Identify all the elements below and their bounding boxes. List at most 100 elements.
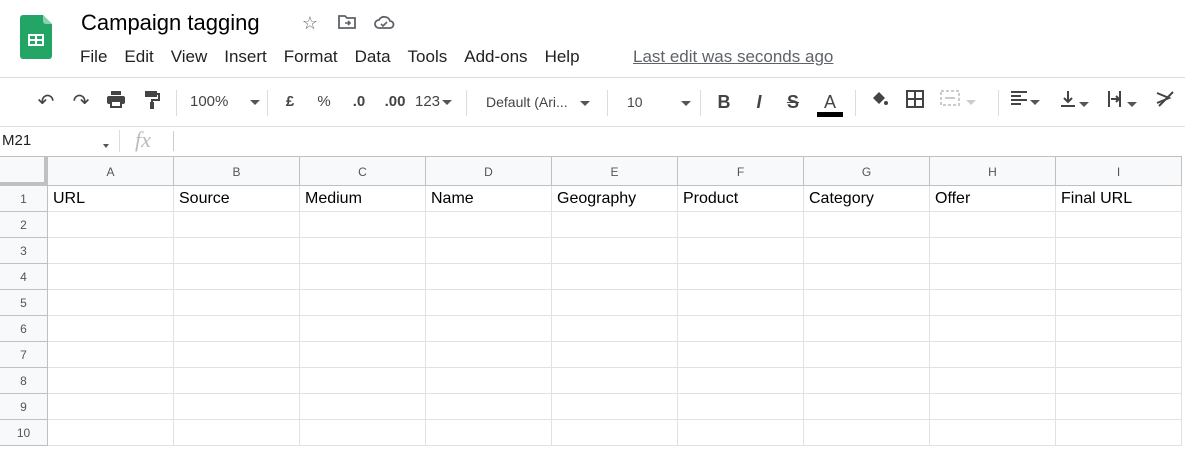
italic-button[interactable]: I xyxy=(749,90,769,114)
cell-C7[interactable] xyxy=(300,342,426,368)
cell-A4[interactable] xyxy=(48,264,174,290)
document-title[interactable]: Campaign tagging xyxy=(81,10,260,36)
text-color-button[interactable]: A xyxy=(816,90,844,118)
cell-F3[interactable] xyxy=(678,238,804,264)
cell-C1[interactable]: Medium xyxy=(300,186,426,212)
menu-data[interactable]: Data xyxy=(355,47,391,67)
row-header-9[interactable]: 9 xyxy=(0,394,48,420)
cell-H3[interactable] xyxy=(930,238,1056,264)
cell-D8[interactable] xyxy=(426,368,552,394)
vertical-align-button[interactable] xyxy=(1059,90,1097,114)
cell-I2[interactable] xyxy=(1056,212,1182,238)
column-header-I[interactable]: I xyxy=(1056,156,1182,186)
cell-D10[interactable] xyxy=(426,420,552,446)
cell-F5[interactable] xyxy=(678,290,804,316)
cell-E7[interactable] xyxy=(552,342,678,368)
cell-C4[interactable] xyxy=(300,264,426,290)
cell-G1[interactable]: Category xyxy=(804,186,930,212)
cell-G5[interactable] xyxy=(804,290,930,316)
cell-F10[interactable] xyxy=(678,420,804,446)
cell-A10[interactable] xyxy=(48,420,174,446)
cell-I8[interactable] xyxy=(1056,368,1182,394)
cell-F2[interactable] xyxy=(678,212,804,238)
column-header-B[interactable]: B xyxy=(174,156,300,186)
cell-I5[interactable] xyxy=(1056,290,1182,316)
cell-D6[interactable] xyxy=(426,316,552,342)
cell-B3[interactable] xyxy=(174,238,300,264)
cell-I7[interactable] xyxy=(1056,342,1182,368)
cell-B6[interactable] xyxy=(174,316,300,342)
name-box-dropdown[interactable] xyxy=(103,137,109,155)
move-folder-icon[interactable] xyxy=(336,13,358,35)
cell-G9[interactable] xyxy=(804,394,930,420)
paint-format-icon[interactable] xyxy=(140,90,164,114)
cell-A1[interactable]: URL xyxy=(48,186,174,212)
cell-D1[interactable]: Name xyxy=(426,186,552,212)
cell-D7[interactable] xyxy=(426,342,552,368)
menu-insert[interactable]: Insert xyxy=(224,47,267,67)
row-header-4[interactable]: 4 xyxy=(0,264,48,290)
menu-help[interactable]: Help xyxy=(545,47,580,67)
print-icon[interactable] xyxy=(104,90,128,114)
bold-button[interactable]: B xyxy=(714,90,734,114)
cell-C8[interactable] xyxy=(300,368,426,394)
row-header-2[interactable]: 2 xyxy=(0,212,48,238)
cell-G7[interactable] xyxy=(804,342,930,368)
cell-D9[interactable] xyxy=(426,394,552,420)
cell-F6[interactable] xyxy=(678,316,804,342)
cell-A6[interactable] xyxy=(48,316,174,342)
select-all-corner[interactable] xyxy=(0,156,48,186)
currency-button[interactable]: £ xyxy=(280,90,300,114)
row-header-8[interactable]: 8 xyxy=(0,368,48,394)
percent-button[interactable]: % xyxy=(314,90,334,114)
cell-G8[interactable] xyxy=(804,368,930,394)
cell-C5[interactable] xyxy=(300,290,426,316)
decrease-decimal-button[interactable]: .0 xyxy=(346,90,372,114)
horizontal-align-button[interactable] xyxy=(1010,90,1048,114)
borders-icon[interactable] xyxy=(904,90,926,114)
cell-A9[interactable] xyxy=(48,394,174,420)
cell-C6[interactable] xyxy=(300,316,426,342)
cell-D5[interactable] xyxy=(426,290,552,316)
cell-E4[interactable] xyxy=(552,264,678,290)
menu-addons[interactable]: Add-ons xyxy=(464,47,527,67)
menu-file[interactable]: File xyxy=(80,47,107,67)
cell-E6[interactable] xyxy=(552,316,678,342)
cell-E5[interactable] xyxy=(552,290,678,316)
merge-cells-button[interactable] xyxy=(940,90,988,114)
row-header-1[interactable]: 1 xyxy=(0,186,48,212)
text-wrap-button[interactable] xyxy=(1107,90,1145,114)
cell-E3[interactable] xyxy=(552,238,678,264)
column-header-E[interactable]: E xyxy=(552,156,678,186)
cell-E9[interactable] xyxy=(552,394,678,420)
cell-E1[interactable]: Geography xyxy=(552,186,678,212)
cell-F1[interactable]: Product xyxy=(678,186,804,212)
cell-B2[interactable] xyxy=(174,212,300,238)
formula-input[interactable] xyxy=(180,129,1180,153)
cell-G3[interactable] xyxy=(804,238,930,264)
cell-G6[interactable] xyxy=(804,316,930,342)
cell-I6[interactable] xyxy=(1056,316,1182,342)
cell-A2[interactable] xyxy=(48,212,174,238)
fill-color-icon[interactable] xyxy=(868,90,890,114)
row-header-5[interactable]: 5 xyxy=(0,290,48,316)
column-header-C[interactable]: C xyxy=(300,156,426,186)
cell-D3[interactable] xyxy=(426,238,552,264)
cell-H10[interactable] xyxy=(930,420,1056,446)
cell-I3[interactable] xyxy=(1056,238,1182,264)
cell-B10[interactable] xyxy=(174,420,300,446)
cell-B1[interactable]: Source xyxy=(174,186,300,212)
font-size-select[interactable]: 10 xyxy=(627,90,693,114)
name-box[interactable]: M21 xyxy=(2,132,31,149)
cloud-saved-icon[interactable] xyxy=(373,13,395,35)
cell-B8[interactable] xyxy=(174,368,300,394)
cell-H2[interactable] xyxy=(930,212,1056,238)
menu-edit[interactable]: Edit xyxy=(124,47,153,67)
row-header-6[interactable]: 6 xyxy=(0,316,48,342)
menu-view[interactable]: View xyxy=(171,47,208,67)
row-header-10[interactable]: 10 xyxy=(0,420,48,446)
cell-F9[interactable] xyxy=(678,394,804,420)
cell-I10[interactable] xyxy=(1056,420,1182,446)
font-select[interactable]: Default (Ari... xyxy=(486,90,600,114)
cell-C3[interactable] xyxy=(300,238,426,264)
